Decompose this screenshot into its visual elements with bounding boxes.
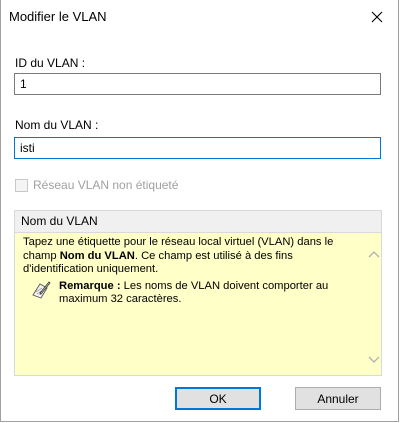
modify-vlan-dialog: Modifier le VLAN ID du VLAN : Nom du VLA… [0, 0, 399, 422]
note-label: Remarque : [59, 279, 121, 292]
untagged-vlan-checkbox[interactable] [15, 178, 28, 192]
untagged-vlan-label: Réseau VLAN non étiqueté [33, 178, 179, 192]
help-panel: Nom du VLAN Tapez une étiquette pour le … [14, 210, 382, 376]
vlan-id-label: ID du VLAN : [15, 56, 86, 70]
ok-button[interactable]: OK [175, 387, 261, 410]
vlan-name-label: Nom du VLAN : [15, 118, 99, 132]
help-note-text: Remarque : Les noms de VLAN doivent comp… [59, 280, 361, 307]
help-body: Tapez une étiquette pour le réseau local… [15, 233, 367, 375]
scroll-down-button[interactable] [366, 351, 381, 369]
note-pencil-icon [32, 280, 51, 299]
chevron-down-icon [368, 356, 379, 363]
chevron-up-icon [368, 251, 379, 258]
vlan-id-input[interactable] [14, 73, 381, 95]
close-button[interactable] [362, 4, 392, 30]
help-note: Remarque : Les noms de VLAN doivent comp… [23, 280, 361, 307]
vlan-name-input[interactable] [14, 137, 381, 159]
cancel-button[interactable]: Annuler [295, 387, 381, 410]
scroll-up-button[interactable] [366, 245, 381, 263]
title-bar: Modifier le VLAN [1, 0, 398, 36]
help-header: Nom du VLAN [15, 211, 381, 233]
untagged-vlan-checkbox-row[interactable]: Réseau VLAN non étiqueté [15, 178, 178, 192]
close-icon [371, 11, 383, 23]
help-description: Tapez une étiquette pour le réseau local… [23, 236, 361, 277]
help-text-bold: Nom du VLAN [59, 249, 135, 262]
dialog-title: Modifier le VLAN [9, 9, 107, 24]
help-scrollbar[interactable] [366, 233, 381, 375]
